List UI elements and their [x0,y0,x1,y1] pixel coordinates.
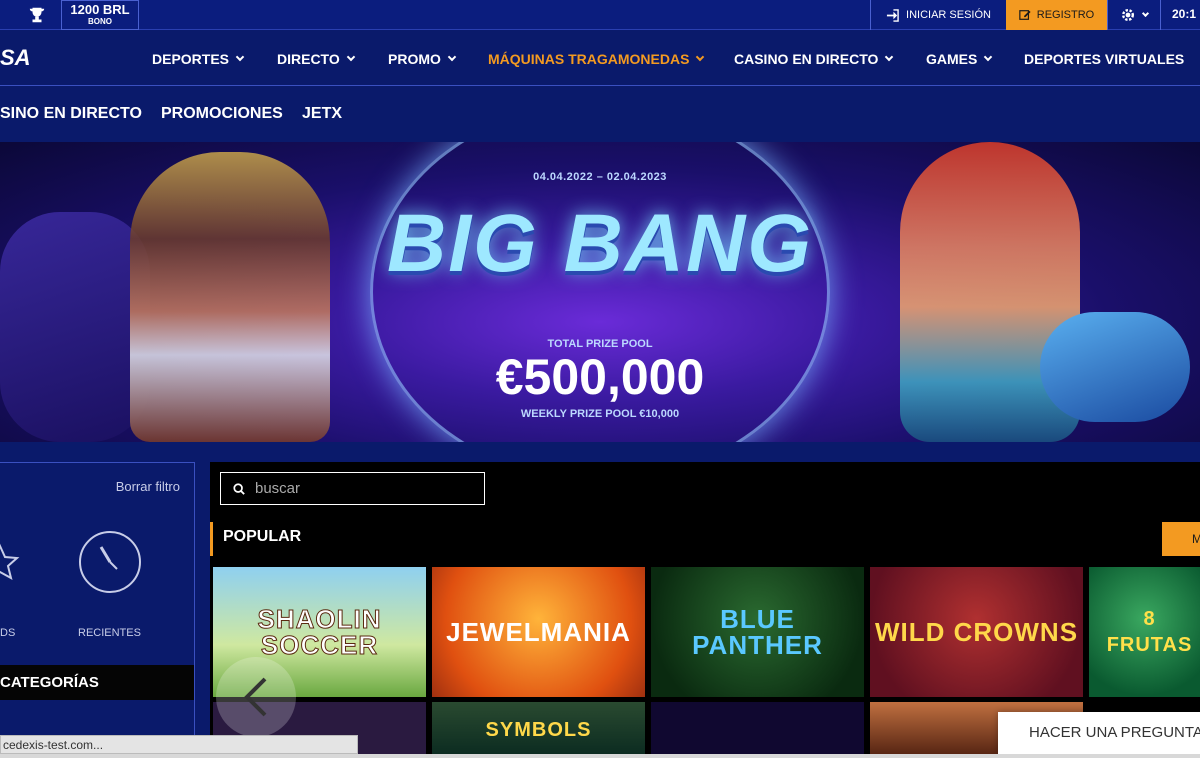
nav-label: CASINO EN DIRECTO [734,51,879,67]
game-tile-blue-panther[interactable]: BLUE PANTHER [651,567,864,697]
bonus-badge[interactable]: 1200 BRL BONO [61,0,139,30]
nav-item-games[interactable]: GAMES [926,51,993,67]
chevron-left-icon [244,677,267,717]
game-title: SHAOLIN SOCCER [257,604,382,660]
search-box[interactable] [220,472,485,505]
nav-label: PROMO [388,51,441,67]
nav-item-deportes[interactable]: DEPORTES [152,51,245,67]
nav-label: MÁQUINAS TRAGAMONEDAS [488,51,690,67]
window-bottom-edge [0,754,1200,758]
game-tile-jewelmania[interactable]: JEWELMANIA [432,567,645,697]
banner-dates: 04.04.2022 – 02.04.2023 [533,171,667,183]
game-tile-8-frutas[interactable]: 8 FRUTAS [1089,567,1200,697]
search-input[interactable] [255,480,455,497]
clear-filter-link[interactable]: Borrar filtro [116,479,180,494]
banner-title: BIG BANG [387,198,813,289]
recent-label: RECIENTES [78,627,141,639]
register-label: REGISTRO [1036,9,1095,21]
section-title-popular: POPULAR [210,522,301,556]
ask-question-button[interactable]: HACER UNA PREGUNTA [998,712,1200,754]
nav-item-virtual-sports[interactable]: DEPORTES VIRTUALES [1024,51,1184,67]
banner-weekly-pool: WEEKLY PRIZE POOL €10,000 [520,408,680,420]
subnav-live-casino[interactable]: SINO EN DIRECTO [0,105,142,123]
clock: 20:1 [1172,7,1197,21]
gear-icon [1122,9,1134,21]
top-bar: 1200 BRL BONO INICIAR SESIÓN REGISTRO 20… [0,0,1200,30]
game-title: WILD CROWNS [874,617,1079,647]
search-icon [233,482,245,495]
nav-label: DEPORTES [152,51,230,67]
main-nav: SA DEPORTES DIRECTO PROMO MÁQUINAS TRAGA… [0,31,1200,86]
game-title: JEWELMANIA [446,617,631,647]
sub-nav: SINO EN DIRECTO PROMOCIONES JETX [0,86,1200,142]
register-button[interactable]: REGISTRO [1006,0,1107,30]
nav-label: DEPORTES VIRTUALES [1024,51,1185,67]
bonus-amount: 1200 BRL [70,2,130,17]
login-icon [886,8,899,22]
chevron-down-icon [1141,9,1150,17]
settings-button[interactable] [1107,0,1161,30]
chevron-down-icon [885,52,894,62]
filter-sidebar: Borrar filtro DS RECIENTES CATEGORÍAS [0,462,195,758]
game-title: BLUE PANTHER [692,604,823,660]
favorites-label: DS [0,627,16,639]
game-tile[interactable] [651,702,864,758]
bonus-label: BONO [88,17,112,26]
browser-status-bar: cedexis-test.com... [0,735,358,754]
categories-header[interactable]: CATEGORÍAS [0,665,194,700]
login-button[interactable]: INICIAR SESIÓN [870,0,1006,30]
subnav-promotions[interactable]: PROMOCIONES [161,105,283,123]
chevron-down-icon [235,52,245,62]
game-tile-wild-crowns[interactable]: WILD CROWNS [870,567,1083,697]
chevron-down-icon [346,52,355,62]
nav-label: GAMES [926,51,978,67]
edit-icon [1019,10,1031,20]
login-label: INICIAR SESIÓN [906,9,991,21]
carousel-prev-button[interactable] [216,657,296,737]
more-button[interactable]: M [1162,522,1200,556]
chevron-down-icon [447,52,457,62]
nav-item-live-casino[interactable]: CASINO EN DIRECTO [734,51,894,67]
nav-item-directo[interactable]: DIRECTO [277,51,355,67]
game-tile-symbols[interactable]: SYMBOLS [432,702,645,758]
chevron-down-icon [696,52,705,62]
trophy-icon[interactable] [14,3,60,27]
logo[interactable]: SA [0,45,31,71]
nav-item-slots[interactable]: MÁQUINAS TRAGAMONEDAS [488,51,705,67]
banner-pool-amount: €500,000 [495,349,705,405]
chevron-down-icon [984,52,993,62]
game-title: SYMBOLS [485,719,592,741]
nav-item-promo[interactable]: PROMO [388,51,457,67]
nav-label: DIRECTO [277,51,340,67]
promo-banner[interactable]: 04.04.2022 – 02.04.2023 BIG BANG TOTAL P… [0,142,1200,442]
game-title: 8 FRUTAS [1106,608,1193,656]
timer-icon[interactable] [77,529,143,595]
subnav-jetx[interactable]: JETX [302,105,342,123]
star-icon[interactable] [0,543,20,583]
